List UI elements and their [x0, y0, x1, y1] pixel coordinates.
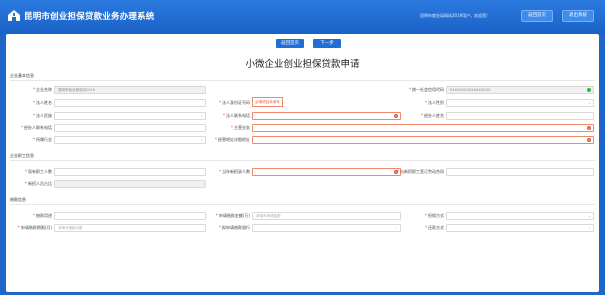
repay-label: *还款方式 — [425, 225, 444, 230]
legal-name-field[interactable] — [54, 99, 206, 107]
application-panel: 返回首页 下一步 小微企业创业担保贷款申请 企业基本信息 *企业名称 昆明市就业… — [6, 34, 599, 292]
legal-ethnic-select[interactable]: ⌄ — [54, 112, 206, 120]
legal-phone-field[interactable]: × — [252, 112, 401, 120]
current-staff-field[interactable] — [54, 168, 206, 176]
bank-select[interactable]: ⌄ — [252, 224, 401, 232]
credit-code-field[interactable]: 91XXXXXXXXXXXXXXX — [446, 86, 594, 94]
legal-gender-select[interactable]: ⌄ — [446, 99, 594, 107]
main-business-label: *主营业务 — [231, 125, 250, 130]
logo-icon — [8, 10, 20, 21]
new-staff-label: *当年新招录人数 — [219, 169, 250, 174]
section-staff-title: 企业职工信息 — [10, 153, 34, 158]
bank-label: *拟申请借款银行 — [219, 225, 250, 230]
welcome-text: 昆明市就业局网站2019用户，欢迎您! — [420, 13, 488, 18]
contract-staff-label: *与新招职工签订劳动合同 — [397, 169, 444, 174]
top-bar: 昆明市创业担保贷款业务办理系统 昆明市就业局网站2019用户，欢迎您! 返回首页… — [0, 0, 605, 34]
error-icon: × — [587, 138, 591, 142]
guarantee-label: *担保方式 — [425, 213, 444, 218]
legal-gender-label: *法人性别 — [425, 100, 444, 105]
section-divider — [10, 160, 595, 161]
section-loan-title: 借款信息 — [10, 197, 26, 202]
loan-purpose-field[interactable] — [54, 212, 206, 220]
loan-purpose-label: *借款用途 — [33, 213, 52, 218]
loan-term-field[interactable]: 请填写借款月数 — [54, 224, 206, 232]
error-icon: × — [394, 114, 398, 118]
operator-name-field[interactable] — [446, 112, 594, 120]
repay-select[interactable]: ⌄ — [446, 224, 594, 232]
section-divider — [10, 80, 595, 81]
back-home-button[interactable]: 返回首页 — [276, 39, 304, 48]
chevron-down-icon: ⌄ — [588, 226, 591, 230]
check-icon — [587, 88, 591, 92]
legal-phone-label: *法人联系电话 — [223, 113, 250, 118]
loan-amount-label: *申请借款金额(万) — [215, 213, 250, 218]
main-business-field[interactable]: × — [252, 124, 594, 132]
current-staff-label: *现有职工人数 — [25, 169, 52, 174]
legal-name-label: *法人姓名 — [33, 100, 52, 105]
industry-select[interactable]: ⌄ — [54, 136, 206, 144]
ratio-field[interactable] — [54, 180, 206, 188]
error-icon: × — [587, 126, 591, 130]
section-divider — [10, 204, 595, 205]
header-home-button[interactable]: 返回首页 — [521, 10, 553, 22]
header-logout-button[interactable]: 退出系统 — [562, 10, 594, 22]
operator-name-label: *经办人姓名 — [421, 113, 444, 118]
chevron-down-icon: ⌄ — [588, 214, 591, 218]
license-address-field[interactable]: × — [252, 136, 594, 144]
contract-staff-field[interactable] — [446, 168, 594, 176]
credit-code-label: *统一社会信用代码 — [409, 87, 444, 92]
next-step-button[interactable]: 下一步 — [313, 39, 341, 48]
new-staff-field[interactable]: × — [252, 168, 401, 176]
company-name-label: *企业名称 — [33, 87, 52, 92]
validation-tip: 必填项目未填写 — [252, 97, 283, 107]
chevron-down-icon: ⌄ — [588, 101, 591, 105]
company-name-field[interactable]: 昆明市就业局测试2019 — [54, 86, 206, 94]
ratio-label: *新招人员占比 — [25, 181, 52, 186]
chevron-down-icon: ⌄ — [395, 226, 398, 230]
loan-term-label: *申请借款期限(月) — [17, 225, 52, 230]
license-address-label: *经营地址详细地址 — [215, 137, 250, 142]
legal-ethnic-label: *法人民族 — [33, 113, 52, 118]
section-basic-title: 企业基本信息 — [10, 73, 34, 78]
operator-phone-field[interactable] — [54, 124, 206, 132]
loan-amount-field[interactable]: 请填写申请金额 — [252, 212, 401, 220]
chevron-down-icon: ⌄ — [200, 114, 203, 118]
operator-phone-label: *经办人联系电话 — [21, 125, 52, 130]
industry-label: *所属行业 — [33, 137, 52, 142]
app-title: 昆明市创业担保贷款业务办理系统 — [24, 12, 155, 22]
form-title: 小微企业创业担保贷款申请 — [245, 59, 360, 70]
guarantee-select[interactable]: ⌄ — [446, 212, 594, 220]
chevron-down-icon: ⌄ — [200, 138, 203, 142]
legal-id-label: *法人身份证号码 — [219, 100, 250, 105]
